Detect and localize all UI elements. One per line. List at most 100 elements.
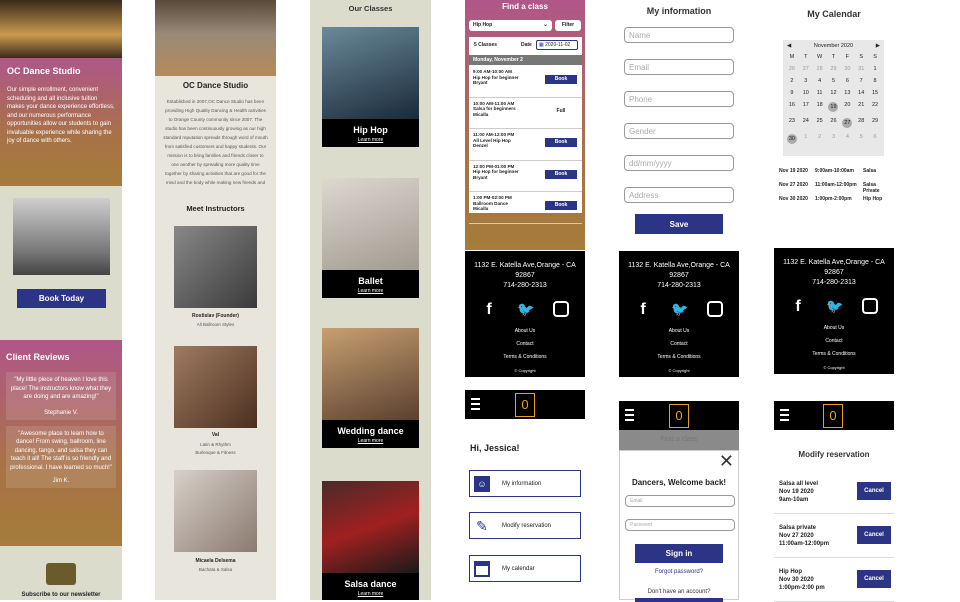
twitter-icon[interactable]: 🐦	[517, 301, 534, 317]
learn-more-link[interactable]: Learn more	[322, 591, 419, 597]
address-field[interactable]: Address	[624, 187, 734, 203]
footer-link-terms[interactable]: Terms & Conditions	[465, 351, 585, 364]
class-card-hip-hop[interactable]: Hip Hop Learn more	[322, 27, 419, 147]
calendar-day[interactable]: 7	[854, 78, 868, 84]
calendar-day[interactable]: 30	[840, 66, 854, 72]
calendar-day[interactable]: 31	[854, 66, 868, 72]
calendar-day[interactable]: 23	[785, 118, 799, 128]
calendar-day[interactable]: 24	[799, 118, 813, 128]
footer-link-contact[interactable]: Contact	[465, 338, 585, 351]
book-today-button[interactable]: Book Today	[17, 289, 106, 308]
filter-button[interactable]: Filter	[555, 20, 581, 31]
hamburger-icon[interactable]	[471, 398, 480, 413]
calendar-day[interactable]: 29	[868, 118, 882, 128]
book-button[interactable]: Book	[545, 75, 577, 84]
calendar-day[interactable]: 29	[827, 66, 841, 72]
calendar-day[interactable]: 5	[854, 134, 868, 144]
login-email-input[interactable]: Email	[625, 495, 735, 507]
calendar-day[interactable]: 4	[840, 134, 854, 144]
footer-link-contact[interactable]: Contact	[619, 338, 739, 351]
footer-link-contact[interactable]: Contact	[774, 335, 894, 348]
calendar-day[interactable]: 28	[813, 66, 827, 72]
menu-my-calendar[interactable]: My calendar	[469, 555, 581, 582]
calendar-day[interactable]: 11	[813, 90, 827, 96]
footer-link-about[interactable]: About Us	[465, 325, 585, 338]
hamburger-icon[interactable]	[625, 409, 634, 424]
calendar-day[interactable]: 27	[842, 118, 853, 128]
calendar-day[interactable]: 9	[785, 90, 799, 96]
book-button[interactable]: Book	[545, 138, 577, 147]
calendar-day[interactable]: 20	[840, 102, 854, 112]
calendar-day[interactable]: 16	[785, 102, 799, 112]
prev-month-icon[interactable]: ◀	[787, 43, 791, 49]
calendar-day[interactable]: 1	[868, 66, 882, 72]
calendar-day[interactable]: 13	[840, 90, 854, 96]
login-password-input[interactable]: Password	[625, 519, 735, 531]
phone-field[interactable]: Phone	[624, 91, 734, 107]
book-button[interactable]: Book	[545, 201, 577, 210]
email-field[interactable]: Email	[624, 59, 734, 75]
signup-button[interactable]	[635, 598, 723, 602]
calendar-day[interactable]: 4	[813, 78, 827, 84]
calendar-day[interactable]: 10	[799, 90, 813, 96]
calendar-day[interactable]: 18	[813, 102, 827, 112]
calendar-day[interactable]: 12	[827, 90, 841, 96]
calendar-day[interactable]: 26	[785, 66, 799, 72]
footer-link-about[interactable]: About Us	[619, 325, 739, 338]
calendar-day[interactable]: 6	[868, 134, 882, 144]
calendar-day[interactable]: 5	[827, 78, 841, 84]
class-card-wedding[interactable]: Wedding dance Learn more	[322, 328, 419, 448]
logo[interactable]: 0	[669, 404, 689, 428]
forgot-password-link[interactable]: Forgot password?	[620, 569, 738, 575]
learn-more-link[interactable]: Learn more	[322, 438, 419, 444]
calendar-day[interactable]: 28	[854, 118, 868, 128]
book-button[interactable]: Book	[545, 169, 577, 179]
facebook-icon[interactable]: f	[635, 301, 651, 318]
footer-link-terms[interactable]: Terms & Conditions	[619, 351, 739, 364]
calendar-day[interactable]: 2	[813, 134, 827, 144]
class-card-ballet[interactable]: Ballet Learn more	[322, 178, 419, 298]
calendar-day[interactable]: 3	[827, 134, 841, 144]
facebook-icon[interactable]: f	[481, 301, 497, 318]
calendar-day[interactable]: 15	[868, 90, 882, 96]
twitter-icon[interactable]: 🐦	[826, 298, 843, 314]
facebook-icon[interactable]: f	[790, 298, 806, 315]
hamburger-icon[interactable]	[780, 409, 789, 424]
birthdate-field[interactable]: dd/mm/yyyy	[624, 155, 734, 171]
menu-my-information[interactable]: ☺ My information	[469, 470, 581, 497]
logo[interactable]: 0	[823, 404, 843, 428]
cancel-button[interactable]: Cancel	[857, 570, 891, 588]
close-icon[interactable]: ✕	[719, 451, 734, 472]
calendar-day[interactable]: 6	[840, 78, 854, 84]
sign-in-button[interactable]: Sign in	[635, 544, 723, 563]
learn-more-link[interactable]: Learn more	[322, 288, 419, 294]
calendar-day[interactable]: 8	[868, 78, 882, 84]
next-month-icon[interactable]: ▶	[876, 43, 880, 49]
calendar-day[interactable]: 14	[854, 90, 868, 96]
calendar-day[interactable]: 25	[813, 118, 827, 128]
instagram-icon[interactable]	[862, 298, 878, 314]
gender-field[interactable]: Gender	[624, 123, 734, 139]
calendar-day[interactable]: 27	[799, 66, 813, 72]
calendar-day[interactable]: 3	[799, 78, 813, 84]
calendar-day[interactable]: 22	[868, 102, 882, 112]
newsletter-label[interactable]: Subscribe to our newsletter	[0, 592, 122, 598]
cancel-button[interactable]: Cancel	[857, 526, 891, 544]
cancel-button[interactable]: Cancel	[857, 482, 891, 500]
save-button[interactable]: Save	[635, 214, 723, 234]
instagram-icon[interactable]	[707, 301, 723, 317]
calendar-day[interactable]: 2	[785, 78, 799, 84]
calendar-day[interactable]: 26	[827, 118, 841, 128]
calendar-day[interactable]: 21	[854, 102, 868, 112]
date-input[interactable]: ▦ 2020-11-02	[536, 40, 578, 50]
calendar-day[interactable]: 30	[786, 134, 797, 144]
class-card-salsa[interactable]: Salsa dance Learn more	[322, 481, 419, 600]
learn-more-link[interactable]: Learn more	[322, 137, 419, 143]
calendar-day[interactable]: 1	[799, 134, 813, 144]
class-select[interactable]: Hip Hop ⌄	[469, 20, 552, 31]
name-field[interactable]: Name	[624, 27, 734, 43]
logo[interactable]: 0	[515, 393, 535, 417]
footer-link-about[interactable]: About Us	[774, 322, 894, 335]
instagram-icon[interactable]	[553, 301, 569, 317]
menu-modify-reservation[interactable]: ✎ Modify reservation	[469, 512, 581, 539]
